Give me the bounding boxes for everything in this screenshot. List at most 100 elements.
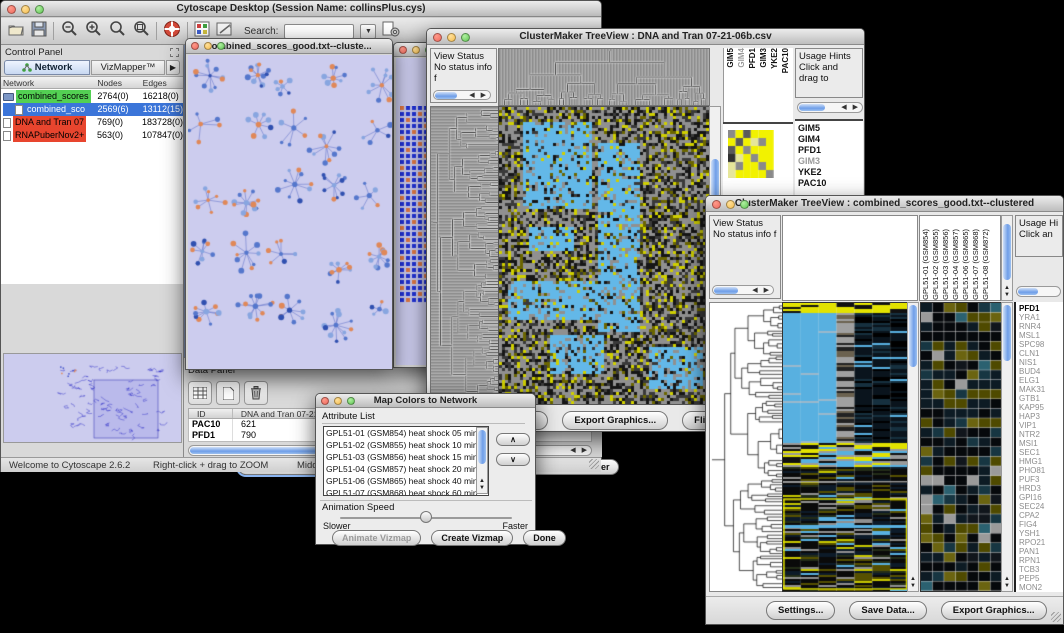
network-row[interactable]: combined_sco2569(6)13112(15) xyxy=(3,103,183,116)
tv2-gene-label[interactable]: FIG4 xyxy=(1019,520,1063,529)
tv1-button-export-graphics-[interactable]: Export Graphics... xyxy=(562,411,668,430)
tv2-gene-label[interactable]: RPO21 xyxy=(1019,538,1063,547)
close-button[interactable] xyxy=(712,200,721,209)
zoom-button[interactable] xyxy=(461,33,470,42)
tv2-gene-label[interactable]: SPC98 xyxy=(1019,340,1063,349)
tab-vizmapper[interactable]: VizMapper™ xyxy=(91,60,165,75)
tv1-gene-label[interactable]: YKE2 xyxy=(798,167,863,178)
tv2-gene-label[interactable]: PAN1 xyxy=(1019,547,1063,556)
attribute-item[interactable]: GPL51-06 (GSM865) heat shock 40 min xyxy=(324,475,488,487)
tv1-gene-label[interactable]: GIM4 xyxy=(798,134,863,145)
search-input[interactable] xyxy=(284,24,354,39)
float-panel-icon[interactable] xyxy=(170,48,179,57)
close-button[interactable] xyxy=(433,33,442,42)
tv2-gene-label[interactable]: GPI16 xyxy=(1019,493,1063,502)
tv2-gene-label[interactable]: YRA1 xyxy=(1019,313,1063,322)
tv1-gene-label[interactable]: PFD1 xyxy=(798,145,863,156)
tv2-gene-label[interactable]: TCB3 xyxy=(1019,565,1063,574)
attribute-item[interactable]: GPL51-02 (GSM855) heat shock 10 min xyxy=(324,439,488,451)
tv2-gene-label[interactable]: MON2 xyxy=(1019,583,1063,592)
tv2-gene-label[interactable]: RNR4 xyxy=(1019,322,1063,331)
move-down-button[interactable]: ∨ xyxy=(496,453,530,466)
treeview1-titlebar[interactable]: ClusterMaker TreeView : DNA and Tran 07-… xyxy=(427,29,864,45)
data-column-header[interactable]: ID xyxy=(189,409,233,418)
close-button[interactable] xyxy=(7,5,16,14)
tv2-gene-label[interactable]: SEC24 xyxy=(1019,502,1063,511)
tv2-gene-label[interactable]: PFD1 xyxy=(1019,304,1063,313)
zoom-in-icon[interactable] xyxy=(84,20,102,42)
tv2-global-heatmap[interactable] xyxy=(782,302,909,592)
network1-view[interactable] xyxy=(188,55,390,367)
tv2-button-save-data-[interactable]: Save Data... xyxy=(849,601,926,620)
network1-titlebar[interactable]: combined_scores_good.txt--cluste... xyxy=(186,39,392,54)
help-lifering-icon[interactable] xyxy=(163,20,181,43)
tv2-gene-label[interactable]: PHO81 xyxy=(1019,466,1063,475)
dialog-button-done[interactable]: Done xyxy=(523,530,566,546)
new-document-icon[interactable] xyxy=(216,381,240,405)
tv2-gene-label[interactable]: RPN1 xyxy=(1019,556,1063,565)
tab-network[interactable]: Network xyxy=(4,60,90,75)
network-row[interactable]: RNAPuberNov2+563(0)107847(0) xyxy=(3,129,183,142)
zoom-selected-icon[interactable] xyxy=(108,20,126,42)
minimize-button[interactable] xyxy=(412,46,420,54)
dialog-button-animate-vizmap[interactable]: Animate Vizmap xyxy=(332,530,421,546)
tv2-gene-label[interactable]: HAP3 xyxy=(1019,412,1063,421)
tv2-column-dendrogram[interactable] xyxy=(782,215,918,301)
scroll-arrows[interactable]: ◀ ▶ xyxy=(570,446,589,456)
zoom-button[interactable] xyxy=(35,5,44,14)
tv1-gene-label[interactable]: GIM3 xyxy=(798,156,863,167)
tv2-gene-label[interactable]: PUF3 xyxy=(1019,475,1063,484)
open-folder-icon[interactable] xyxy=(7,21,25,42)
close-button[interactable] xyxy=(399,46,407,54)
tv2-gene-label[interactable]: YSH1 xyxy=(1019,529,1063,538)
tv2-gene-label[interactable]: NIS1 xyxy=(1019,358,1063,367)
tv2-collabel-vscrollbar[interactable]: ▲▼ xyxy=(1001,215,1013,301)
network-canvas[interactable] xyxy=(188,55,392,369)
attribute-item[interactable]: GPL51-01 (GSM854) heat shock 05 min xyxy=(324,427,488,439)
close-button[interactable] xyxy=(321,397,329,405)
tv1-gene-label[interactable]: GIM5 xyxy=(798,123,863,134)
minimize-button[interactable] xyxy=(21,5,30,14)
zoom-out-icon[interactable] xyxy=(60,20,78,42)
tv2-button-settings-[interactable]: Settings... xyxy=(766,601,835,620)
column-header-edges[interactable]: Edges xyxy=(143,77,183,88)
search-dropdown[interactable]: ▼ xyxy=(360,24,376,39)
tv2-gene-label[interactable]: HMG1 xyxy=(1019,457,1063,466)
tv2-gene-label[interactable]: BUD4 xyxy=(1019,367,1063,376)
tv2-gene-label[interactable]: CLN1 xyxy=(1019,349,1063,358)
tv2-gene-label[interactable]: MSI1 xyxy=(1019,439,1063,448)
zoom-button[interactable] xyxy=(347,397,355,405)
tv2-gene-label[interactable]: GTB1 xyxy=(1019,394,1063,403)
attribute-list-vscrollbar[interactable]: ▲▼ xyxy=(476,427,488,494)
resize-grip[interactable] xyxy=(1051,612,1061,622)
tv1-row-dendrogram[interactable] xyxy=(430,106,500,405)
minimize-button[interactable] xyxy=(334,397,342,405)
attribute-item[interactable]: GPL51-07 (GSM868) heat shock 60 min xyxy=(324,487,488,496)
network-row[interactable]: DNA and Tran 07769(0)183728(0) xyxy=(3,116,183,129)
tv2-gene-label[interactable]: KAP95 xyxy=(1019,403,1063,412)
zoom-fit-icon[interactable] xyxy=(132,20,150,42)
save-icon[interactable] xyxy=(31,21,47,42)
attribute-item[interactable]: GPL51-03 (GSM856) heat shock 15 min xyxy=(324,451,488,463)
column-header-network[interactable]: Network xyxy=(3,77,97,88)
tv1-global-heatmap[interactable] xyxy=(498,106,710,405)
close-button[interactable] xyxy=(191,42,199,50)
minimize-button[interactable] xyxy=(204,42,212,50)
minimize-button[interactable] xyxy=(726,200,735,209)
tv1-zoom-heatmap[interactable] xyxy=(728,130,774,178)
tv2-gene-label[interactable]: VIP1 xyxy=(1019,421,1063,430)
tv1-column-dendrogram[interactable] xyxy=(498,48,710,106)
tv2-heatmap-vscrollbar[interactable]: ▲▼ xyxy=(907,302,919,592)
tv2-gene-label[interactable]: CPA2 xyxy=(1019,511,1063,520)
trash-icon[interactable] xyxy=(244,381,268,405)
attribute-list[interactable]: GPL51-01 (GSM854) heat shock 05 minGPL51… xyxy=(323,426,489,496)
tv2-gene-label[interactable]: MAK31 xyxy=(1019,385,1063,394)
attribute-item[interactable]: GPL51-04 (GSM857) heat shock 20 min xyxy=(324,463,488,475)
tv1-gene-label[interactable]: PAC10 xyxy=(798,178,863,189)
tv1-status-scrollbar[interactable]: ◀ ▶ xyxy=(433,90,491,100)
resize-grip[interactable] xyxy=(589,459,599,469)
tv2-gene-label[interactable]: SEC1 xyxy=(1019,448,1063,457)
speed-slider-thumb[interactable] xyxy=(420,511,432,523)
minimize-button[interactable] xyxy=(447,33,456,42)
tv2-zoom-heatmap[interactable] xyxy=(920,302,1003,592)
